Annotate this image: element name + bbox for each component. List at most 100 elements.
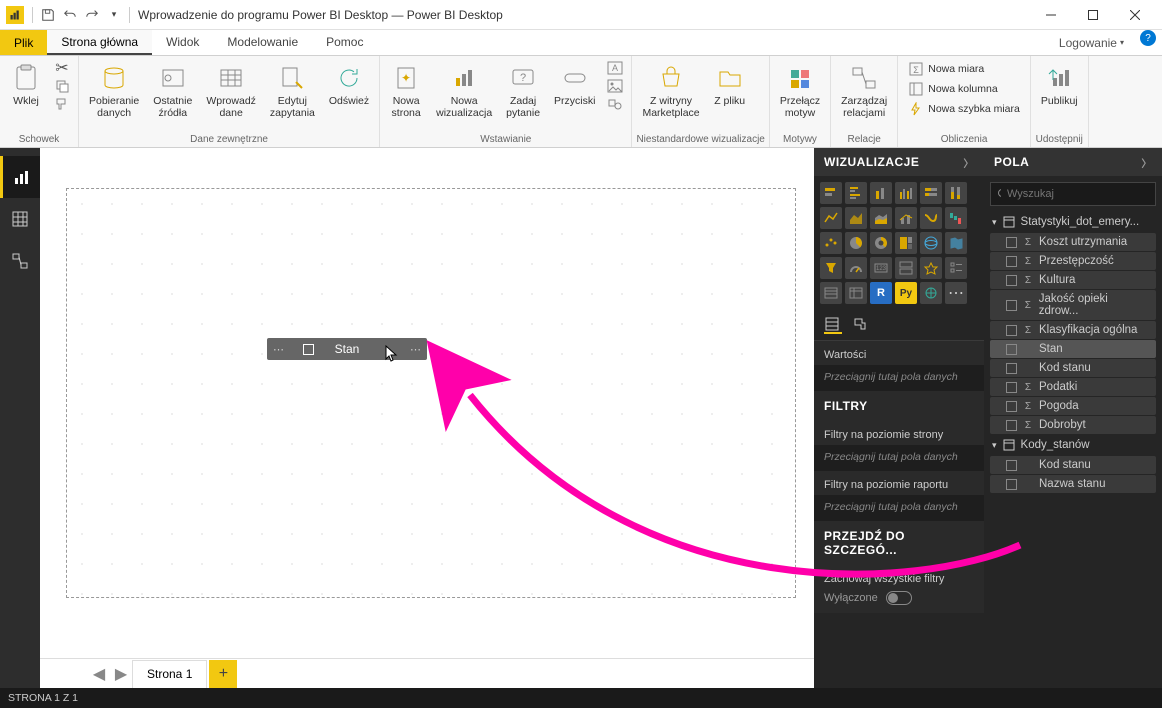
edit-queries-button[interactable]: Edytuj zapytania	[264, 58, 321, 123]
viz-stacked-bar-icon[interactable]	[820, 182, 842, 204]
viz-matrix-icon[interactable]	[845, 282, 867, 304]
fields-search[interactable]	[990, 182, 1156, 206]
checkbox-icon[interactable]	[1006, 479, 1017, 490]
switch-theme-button[interactable]: Przełącz motyw	[774, 58, 826, 123]
viz-stacked-column-icon[interactable]	[870, 182, 892, 204]
viz-donut-icon[interactable]	[870, 232, 892, 254]
page-tab-1[interactable]: Strona 1	[132, 660, 207, 688]
new-page-button[interactable]: ✦Nowa strona	[384, 58, 428, 123]
viz-card-icon[interactable]: 123	[870, 257, 892, 279]
paste-button[interactable]: Wklej	[4, 58, 48, 112]
maximize-button[interactable]	[1072, 0, 1114, 30]
new-visual-button[interactable]: Nowa wizualizacja	[430, 58, 498, 123]
tab-help[interactable]: Pomoc	[312, 30, 377, 55]
checkbox-icon[interactable]	[1006, 300, 1017, 311]
field-item[interactable]: Kod stanu	[990, 456, 1156, 474]
get-data-button[interactable]: Pobieranie danych	[83, 58, 145, 123]
viz-clustered-column-icon[interactable]	[895, 182, 917, 204]
field-item[interactable]: ΣKultura	[990, 271, 1156, 289]
tab-file[interactable]: Plik	[0, 30, 47, 55]
tab-view[interactable]: Widok	[152, 30, 213, 55]
field-item[interactable]: ΣKoszt utrzymania	[990, 233, 1156, 251]
viz-pie-icon[interactable]	[845, 232, 867, 254]
recent-sources-button[interactable]: Ostatnie źródła	[147, 58, 198, 123]
qat-dropdown-icon[interactable]: ▾	[103, 4, 125, 26]
field-item[interactable]: ΣDobrobyt	[990, 416, 1156, 434]
field-item[interactable]: ΣPogoda	[990, 397, 1156, 415]
report-view-button[interactable]	[0, 156, 40, 198]
viz-more-icon[interactable]: ⋯	[945, 282, 967, 304]
help-icon[interactable]: ?	[1140, 30, 1156, 46]
fields-search-input[interactable]	[1007, 188, 1149, 200]
model-view-button[interactable]	[0, 240, 40, 282]
field-item[interactable]: Nazwa stanu	[990, 475, 1156, 493]
field-item[interactable]: ΣPodatki	[990, 378, 1156, 396]
login-link[interactable]: Logowanie▾	[1049, 30, 1134, 55]
viz-stacked-area-icon[interactable]	[870, 207, 892, 229]
fields-panel-header[interactable]: POLA〉	[984, 148, 1162, 176]
checkbox-icon[interactable]	[1006, 237, 1017, 248]
viz-gauge-icon[interactable]	[845, 257, 867, 279]
page-filters-drop[interactable]: Przeciągnij tutaj pola danych	[814, 445, 984, 471]
refresh-button[interactable]: Odśwież	[323, 58, 375, 112]
tab-modeling[interactable]: Modelowanie	[213, 30, 312, 55]
save-icon[interactable]	[37, 4, 59, 26]
minimize-button[interactable]	[1030, 0, 1072, 30]
publish-button[interactable]: Publikuj	[1035, 58, 1084, 112]
field-item[interactable]: ΣPrzestępczość	[990, 252, 1156, 270]
field-item[interactable]: Stan	[990, 340, 1156, 358]
buttons-button[interactable]: Przyciski	[548, 58, 601, 112]
format-tool-icon[interactable]	[852, 316, 870, 334]
data-view-button[interactable]	[0, 198, 40, 240]
viz-map-icon[interactable]	[920, 232, 942, 254]
report-filters-drop[interactable]: Przeciągnij tutaj pola danych	[814, 495, 984, 521]
checkbox-icon[interactable]	[1006, 256, 1017, 267]
viz-100-bar-icon[interactable]	[920, 182, 942, 204]
checkbox-icon[interactable]	[1006, 420, 1017, 431]
keep-filters-toggle[interactable]	[886, 591, 912, 605]
checkbox-icon[interactable]	[1006, 344, 1017, 355]
checkbox-icon[interactable]	[1006, 363, 1017, 374]
fields-tool-icon[interactable]	[824, 316, 842, 334]
close-button[interactable]	[1114, 0, 1156, 30]
viz-filled-map-icon[interactable]	[945, 232, 967, 254]
viz-r-icon[interactable]: R	[870, 282, 892, 304]
viz-waterfall-icon[interactable]	[945, 207, 967, 229]
viz-ribbon-icon[interactable]	[920, 207, 942, 229]
table-statystyki[interactable]: ▾ Statystyki_dot_emery...	[984, 212, 1162, 232]
viz-python-icon[interactable]: Py	[895, 282, 917, 304]
copy-icon[interactable]	[54, 78, 70, 94]
checkbox-icon[interactable]	[1006, 401, 1017, 412]
enter-data-button[interactable]: Wprowadź dane	[200, 58, 262, 123]
viz-treemap-icon[interactable]	[895, 232, 917, 254]
add-page-button[interactable]: +	[209, 660, 237, 688]
format-painter-icon[interactable]	[54, 96, 70, 112]
from-file-button[interactable]: Z pliku	[708, 58, 752, 112]
redo-icon[interactable]	[81, 4, 103, 26]
image-icon[interactable]	[607, 78, 623, 94]
field-item[interactable]: ΣJakość opieki zdrow...	[990, 290, 1156, 320]
manage-relationships-button[interactable]: Zarządzaj relacjami	[835, 58, 893, 123]
field-item[interactable]: ΣKlasyfikacja ogólna	[990, 321, 1156, 339]
viz-slicer-icon[interactable]	[945, 257, 967, 279]
viz-kpi-icon[interactable]	[920, 257, 942, 279]
tab-home[interactable]: Strona główna	[47, 30, 152, 55]
checkbox-icon[interactable]	[1006, 460, 1017, 471]
viz-panel-header[interactable]: WIZUALIZACJE〉	[814, 148, 984, 176]
viz-100-column-icon[interactable]	[945, 182, 967, 204]
marketplace-button[interactable]: Z witryny Marketplace	[636, 58, 705, 123]
cut-icon[interactable]: ✂	[54, 60, 70, 76]
shapes-icon[interactable]	[607, 96, 623, 112]
viz-multi-card-icon[interactable]	[895, 257, 917, 279]
viz-table-icon[interactable]	[820, 282, 842, 304]
values-drop-zone[interactable]: Przeciągnij tutaj pola danych	[814, 365, 984, 391]
checkbox-icon[interactable]	[1006, 382, 1017, 393]
viz-scatter-icon[interactable]	[820, 232, 842, 254]
viz-clustered-bar-icon[interactable]	[845, 182, 867, 204]
viz-combo-icon[interactable]	[895, 207, 917, 229]
viz-funnel-icon[interactable]	[820, 257, 842, 279]
quick-measure-button[interactable]: Nowa szybka miara	[906, 100, 1022, 118]
checkbox-icon[interactable]	[1006, 275, 1017, 286]
viz-arcgis-icon[interactable]	[920, 282, 942, 304]
page-prev-button[interactable]: ◀	[88, 663, 110, 685]
